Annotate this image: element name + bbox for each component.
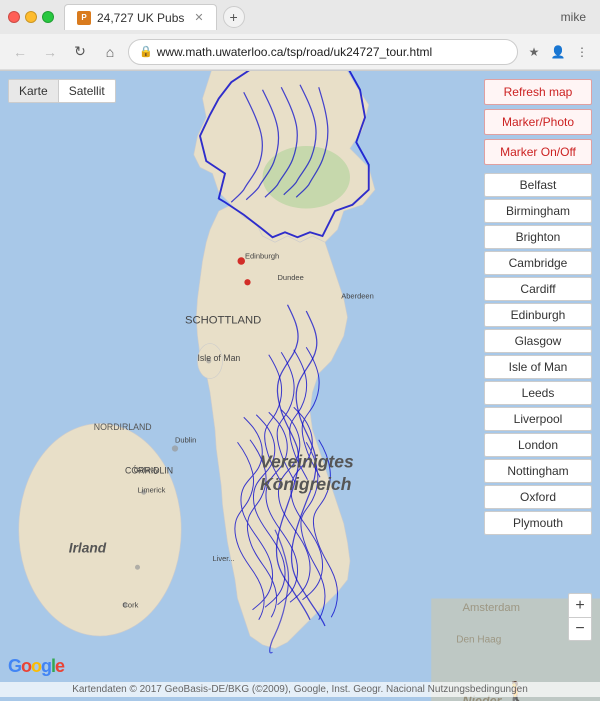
- city-button-birmingham[interactable]: Birmingham: [484, 199, 592, 223]
- tab-close-icon[interactable]: ✕: [194, 11, 203, 24]
- svg-text:NORDIRLAND: NORDIRLAND: [94, 422, 152, 432]
- close-button[interactable]: [8, 11, 20, 23]
- map-satellit-button[interactable]: Satellit: [58, 80, 115, 102]
- home-button[interactable]: ⌂: [98, 40, 122, 64]
- city-button-leeds[interactable]: Leeds: [484, 381, 592, 405]
- lock-icon: 🔒: [139, 45, 153, 58]
- google-logo: Google: [8, 656, 64, 677]
- nav-bar: ← → ↻ ⌂ 🔒 www.math.uwaterloo.ca/tsp/road…: [0, 34, 600, 70]
- svg-text:SCHOTTLAND: SCHOTTLAND: [185, 315, 261, 327]
- svg-text:Königreich: Königreich: [260, 474, 351, 494]
- city-button-nottingham[interactable]: Nottingham: [484, 459, 592, 483]
- forward-button[interactable]: →: [38, 40, 62, 64]
- svg-text:Edinburgh: Edinburgh: [245, 252, 279, 261]
- marker-toggle-button[interactable]: Marker On/Off: [484, 139, 592, 165]
- city-button-belfast[interactable]: Belfast: [484, 173, 592, 197]
- svg-text:Irland: Irland: [69, 540, 107, 555]
- map-container[interactable]: SCHOTTLAND Vereinigtes Königreich Irland…: [0, 71, 600, 701]
- user-label: mike: [561, 10, 592, 24]
- city-button-london[interactable]: London: [484, 433, 592, 457]
- city-button-edinburgh[interactable]: Edinburgh: [484, 303, 592, 327]
- zoom-in-button[interactable]: +: [568, 593, 592, 617]
- window-buttons: [8, 11, 54, 23]
- tab-title: 24,727 UK Pubs: [97, 11, 184, 25]
- city-button-liverpool[interactable]: Liverpool: [484, 407, 592, 431]
- city-button-glasgow[interactable]: Glasgow: [484, 329, 592, 353]
- svg-text:Vereinigtes: Vereinigtes: [260, 451, 354, 471]
- svg-text:Aberdeen: Aberdeen: [341, 292, 374, 301]
- reload-button[interactable]: ↻: [68, 40, 92, 64]
- zoom-controls: + −: [568, 593, 592, 641]
- map-karte-button[interactable]: Karte: [9, 80, 58, 102]
- right-panel: Refresh map Marker/Photo Marker On/Off B…: [484, 79, 592, 535]
- title-bar: P 24,727 UK Pubs ✕ + mike: [0, 0, 600, 34]
- zoom-out-button[interactable]: −: [568, 617, 592, 641]
- bookmark-icon[interactable]: ★: [524, 42, 544, 62]
- tab-favicon: P: [77, 11, 91, 25]
- svg-text:Liver...: Liver...: [213, 554, 235, 563]
- city-button-oxford[interactable]: Oxford: [484, 485, 592, 509]
- new-tab-button[interactable]: +: [223, 6, 245, 28]
- city-list: BelfastBirminghamBrightonCambridgeCardif…: [484, 173, 592, 535]
- tab-bar: P 24,727 UK Pubs ✕ +: [64, 4, 561, 30]
- svg-text:Dublin: Dublin: [175, 435, 196, 444]
- nav-icons-right: ★ 👤 ⋮: [524, 42, 592, 62]
- city-button-isle-of-man[interactable]: Isle of Man: [484, 355, 592, 379]
- svg-text:Cork: Cork: [123, 600, 139, 609]
- city-button-plymouth[interactable]: Plymouth: [484, 511, 592, 535]
- city-button-cardiff[interactable]: Cardiff: [484, 277, 592, 301]
- city-button-brighton[interactable]: Brighton: [484, 225, 592, 249]
- browser-chrome: P 24,727 UK Pubs ✕ + mike ← → ↻ ⌂ 🔒 www.…: [0, 0, 600, 71]
- menu-icon[interactable]: ⋮: [572, 42, 592, 62]
- city-button-cambridge[interactable]: Cambridge: [484, 251, 592, 275]
- svg-text:Galway: Galway: [134, 465, 159, 474]
- map-footer: Kartendaten © 2017 GeoBasis-DE/BKG (©200…: [0, 682, 600, 697]
- user-icon[interactable]: 👤: [548, 42, 568, 62]
- back-button[interactable]: ←: [8, 40, 32, 64]
- svg-text:Dundee: Dundee: [278, 273, 304, 282]
- minimize-button[interactable]: [25, 11, 37, 23]
- active-tab[interactable]: P 24,727 UK Pubs ✕: [64, 4, 217, 30]
- map-type-buttons: Karte Satellit: [8, 79, 116, 103]
- refresh-map-button[interactable]: Refresh map: [484, 79, 592, 105]
- marker-photo-button[interactable]: Marker/Photo: [484, 109, 592, 135]
- url-text: www.math.uwaterloo.ca/tsp/road/uk24727_t…: [157, 45, 507, 59]
- maximize-button[interactable]: [42, 11, 54, 23]
- svg-text:Isle of Man: Isle of Man: [198, 353, 241, 363]
- svg-text:Limerick: Limerick: [138, 485, 166, 494]
- map-controls: Karte Satellit: [8, 79, 116, 103]
- address-bar[interactable]: 🔒 www.math.uwaterloo.ca/tsp/road/uk24727…: [128, 39, 518, 65]
